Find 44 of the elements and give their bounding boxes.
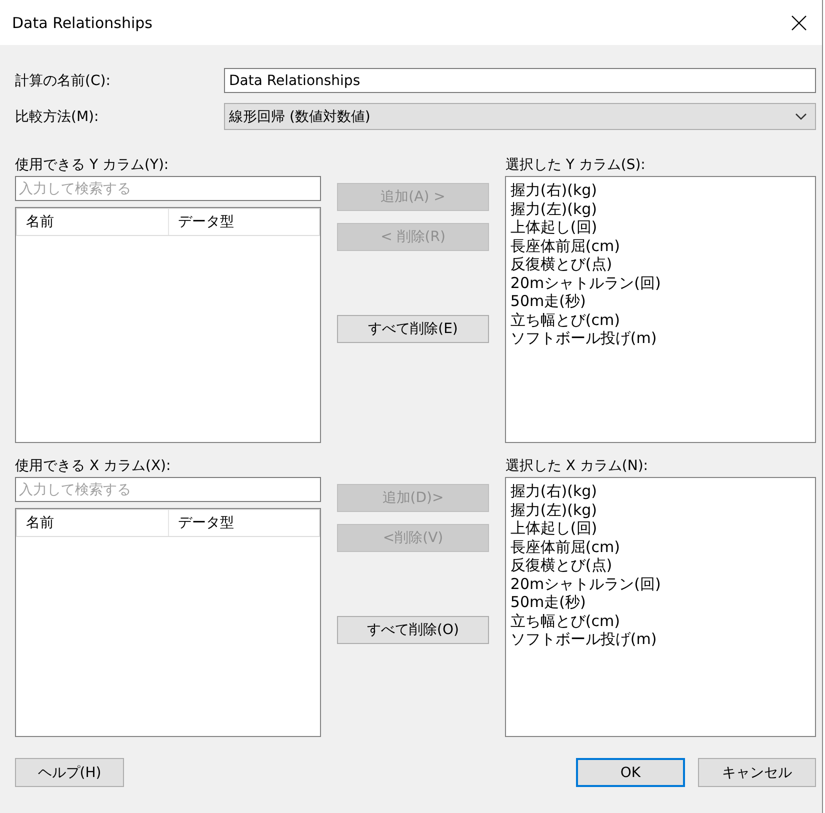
list-item[interactable]: 長座体前屈(cm) — [510, 538, 620, 556]
column-header[interactable]: 名前 — [17, 209, 169, 235]
cancel-button[interactable]: キャンセル — [698, 758, 816, 787]
selected-columns-list[interactable]: 握力(右)(kg) 握力(左)(kg) 上体起し(回) 長座体前屈(cm) 反復横とび(点) 20mシャトルラン(回) 50m走(秒) 立ち幅とび(cm) ソフトボール投げ(m) — [505, 477, 816, 737]
list-item[interactable]: 上体起し(回) — [510, 519, 598, 538]
available-columns-list[interactable]: 名前 データ型 — [15, 207, 321, 443]
list-item[interactable]: 立ち幅とび(cm) — [510, 310, 620, 329]
available-columns-list[interactable]: 名前 データ型 — [15, 508, 321, 737]
selected-columns-list[interactable]: 握力(右)(kg) 握力(左)(kg) 上体起し(回) 長座体前屈(cm) 反復横とび(点) 20mシャトルラン(回) 50m走(秒) 立ち幅とび(cm) ソフトボール投げ(m) — [505, 176, 816, 443]
name-label: 計算の名前(C): — [15, 72, 112, 90]
window-title: Data Relationships — [12, 14, 152, 32]
list-item[interactable]: 握力(左)(kg) — [510, 500, 598, 519]
column-header[interactable]: 名前 — [17, 510, 169, 536]
list-item[interactable]: 50m走(秒) — [510, 593, 586, 612]
method-dropdown[interactable]: 線形回帰 (数値対数値) — [224, 103, 816, 130]
search-field[interactable]: 入力して検索する — [15, 477, 321, 502]
list-item[interactable]: 反復横とび(点) — [510, 556, 612, 574]
remove-all-button[interactable]: すべて削除(E) — [336, 315, 490, 343]
list-item[interactable]: 握力(右)(kg) — [510, 482, 598, 500]
name-field[interactable]: Data Relationships — [224, 68, 816, 93]
list-item[interactable]: 上体起し(回) — [510, 218, 598, 236]
list-item[interactable]: 握力(右)(kg) — [510, 181, 598, 200]
search-field[interactable]: 入力して検索する — [15, 176, 321, 201]
method-label: 比較方法(M): — [15, 108, 100, 126]
list-item[interactable]: ソフトボール投げ(m) — [510, 630, 657, 648]
list-item[interactable]: ソフトボール投げ(m) — [510, 329, 657, 348]
chevron-down-icon — [795, 112, 807, 120]
selected-columns-label: 選択した Y カラム(S): — [505, 156, 646, 174]
close-icon[interactable] — [791, 14, 807, 30]
selected-columns-label: 選択した X カラム(N): — [505, 457, 650, 475]
ok-button[interactable]: OK — [576, 758, 685, 787]
available-columns-label: 使用できる Y カラム(Y): — [15, 156, 170, 174]
list-item[interactable]: 反復横とび(点) — [510, 255, 612, 274]
list-item[interactable]: 握力(左)(kg) — [510, 200, 598, 218]
list-item[interactable]: 20mシャトルラン(回) — [510, 574, 661, 593]
help-button[interactable]: ヘルプ(H) — [15, 758, 124, 787]
available-columns-label: 使用できる X カラム(X): — [15, 457, 172, 475]
list-item[interactable]: 長座体前屈(cm) — [510, 236, 620, 255]
column-header[interactable]: データ型 — [169, 510, 319, 536]
column-header[interactable]: データ型 — [169, 209, 319, 235]
list-item[interactable]: 立ち幅とび(cm) — [510, 612, 620, 630]
remove-all-button[interactable]: すべて削除(O) — [336, 616, 490, 644]
list-item[interactable]: 20mシャトルラン(回) — [510, 274, 661, 292]
list-item[interactable]: 50m走(秒) — [510, 292, 586, 310]
